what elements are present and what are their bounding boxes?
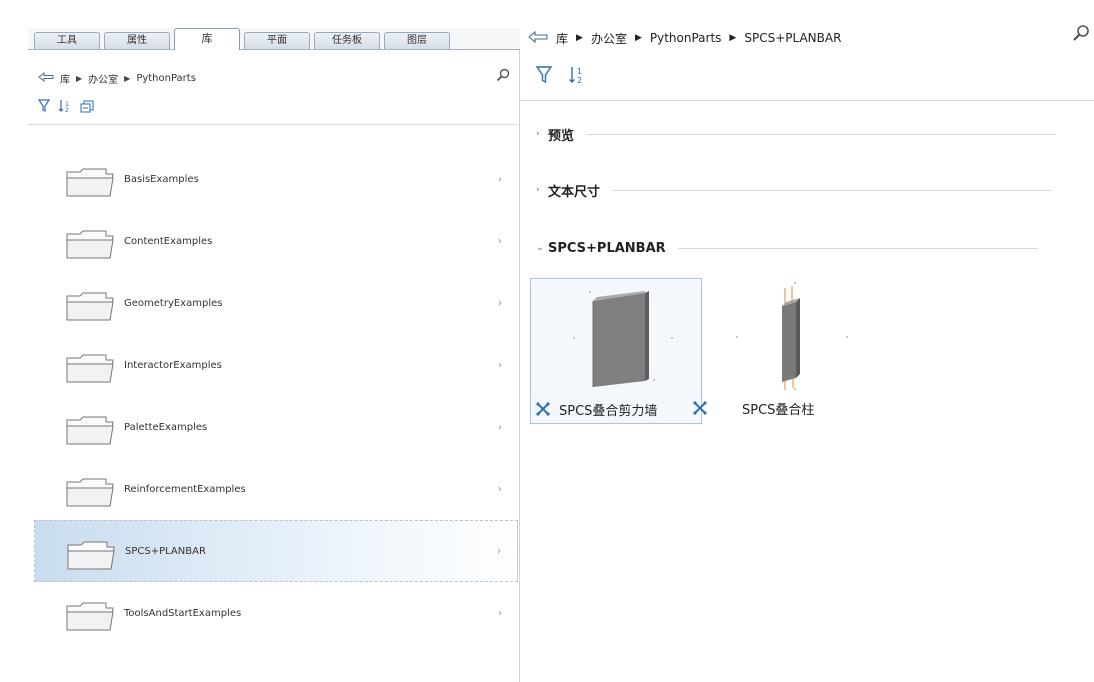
sort-icon[interactable]: 12 [58,98,72,117]
folder-item-geometryexamples[interactable]: GeometryExamples › [34,272,518,334]
chevron-right-icon[interactable]: › [498,422,502,433]
folder-icon [64,352,116,388]
pythonpart-label: SPCS叠合剪力墙 [559,403,658,419]
chevron-right-icon[interactable]: › [536,129,548,139]
folder-item-contentexamples[interactable]: ContentExamples › [34,210,518,272]
breadcrumb-item-pythonparts[interactable]: PythonParts [650,31,722,45]
breadcrumb-item-library[interactable]: 库 [60,71,70,86]
back-arrow-icon[interactable] [528,30,548,46]
chevron-right-icon[interactable]: › [498,484,502,495]
section-preview[interactable]: › 预览 [536,124,1057,144]
chevron-right-icon[interactable]: › [498,298,502,309]
pythonpart-item-spcs-shear-wall[interactable]: SPCS叠合剪力墙 [530,278,702,424]
folder-item-toolsandstartexamples[interactable]: ToolsAndStartExamples › [34,582,518,644]
chevron-right-icon[interactable]: › [497,546,501,557]
back-arrow-icon[interactable] [38,71,54,85]
section-spcs-planbar[interactable]: ⌄ SPCS+PLANBAR [536,238,1038,258]
section-divider [677,247,1038,249]
breadcrumb-separator-icon: ▶ [576,33,583,43]
section-label: 文本尺寸 [548,184,601,200]
chevron-right-icon[interactable]: › [536,185,548,195]
breadcrumb-separator-icon: ▶ [729,33,737,43]
folder-label: GeometryExamples [124,297,223,309]
folder-item-paletteexamples[interactable]: PaletteExamples › [34,396,518,458]
chevron-right-icon[interactable]: › [498,360,502,371]
folder-item-interactorexamples[interactable]: InteractorExamples › [34,334,518,396]
library-right-panel: 库 ▶ 办公室 ▶ PythonParts ▶ SPCS+PLANBAR 12 … [520,20,1094,682]
left-breadcrumb: 库 ▶ 办公室 ▶ PythonParts [38,68,516,88]
folder-item-spcs-planbar[interactable]: SPCS+PLANBAR › [34,520,518,582]
left-toolbar: 12 [37,98,96,117]
section-text-dimension[interactable]: › 文本尺寸 [536,180,1053,200]
folder-icon [64,600,116,636]
sort-icon[interactable]: 12 [568,66,586,88]
chevron-right-icon[interactable]: › [498,236,502,247]
filter-icon[interactable] [535,66,553,88]
chevron-right-icon[interactable]: › [498,174,502,185]
library-left-panel: 工具 属性 库 平面 任务板 图层 库 ▶ 办公室 ▶ PythonParts … [28,28,520,682]
breadcrumb-item-library[interactable]: 库 [556,30,568,47]
folder-label: BasisExamples [124,173,199,185]
python-part-icon [692,400,708,416]
right-breadcrumb: 库 ▶ 办公室 ▶ PythonParts ▶ SPCS+PLANBAR [528,28,841,48]
folder-icon [64,290,116,326]
folder-label: ReinforcementExamples [124,483,246,495]
folder-label: SPCS+PLANBAR [125,545,206,557]
tab-plane[interactable]: 平面 [244,32,310,49]
svg-text:2: 2 [65,107,69,113]
chevron-right-icon[interactable]: › [498,608,502,619]
folder-label: ToolsAndStartExamples [124,607,242,619]
pythonpart-item-spcs-column[interactable]: SPCS叠合柱 [693,278,878,424]
pythonpart-caption: SPCS叠合剪力墙 [535,399,657,419]
breadcrumb-item-office[interactable]: 办公室 [591,30,627,47]
library-settings-icon[interactable] [80,98,96,117]
breadcrumb-separator-icon: ▶ [634,33,642,43]
folder-icon [64,414,116,450]
pythonpart-caption: SPCS叠合柱 [693,398,815,418]
folder-icon [64,476,116,512]
divider [28,124,518,125]
folder-icon [65,539,117,575]
right-toolbar: 12 [535,66,586,88]
divider [520,100,1094,101]
breadcrumb-item-office[interactable]: 办公室 [88,71,118,86]
chevron-down-icon[interactable]: ⌄ [536,243,548,253]
tab-properties[interactable]: 属性 [104,32,170,49]
tab-taskboard[interactable]: 任务板 [314,32,380,49]
filter-icon[interactable] [37,98,51,117]
folder-label: InteractorExamples [124,359,222,371]
tab-tools[interactable]: 工具 [34,32,100,49]
pythonpart-thumbnail [531,279,701,395]
pythonpart-thumbnail [706,278,876,394]
breadcrumb-item-pythonparts[interactable]: PythonParts [136,73,196,84]
folder-icon [64,228,116,264]
folder-icon [64,166,116,202]
breadcrumb-separator-icon: ▶ [124,73,131,83]
section-label: SPCS+PLANBAR [548,240,666,256]
search-icon[interactable] [496,68,510,85]
tab-layers[interactable]: 图层 [384,32,450,49]
section-divider [612,189,1053,191]
folder-label: ContentExamples [124,235,213,247]
python-part-icon [535,401,551,417]
pythonpart-label: SPCS叠合柱 [742,402,815,418]
folder-item-reinforcementexamples[interactable]: ReinforcementExamples › [34,458,518,520]
tab-library[interactable]: 库 [174,28,240,50]
svg-text:1: 1 [577,67,582,76]
section-divider [586,133,1057,135]
section-label: 预览 [548,128,575,144]
breadcrumb-separator-icon: ▶ [76,73,83,83]
folder-item-basisexamples[interactable]: BasisExamples › [34,148,518,210]
folder-label: PaletteExamples [124,421,208,433]
panel-tab-bar: 工具 属性 库 平面 任务板 图层 [28,28,520,50]
search-icon[interactable] [1072,24,1090,46]
breadcrumb-item-spcs-planbar[interactable]: SPCS+PLANBAR [744,31,841,45]
svg-text:2: 2 [577,76,582,84]
